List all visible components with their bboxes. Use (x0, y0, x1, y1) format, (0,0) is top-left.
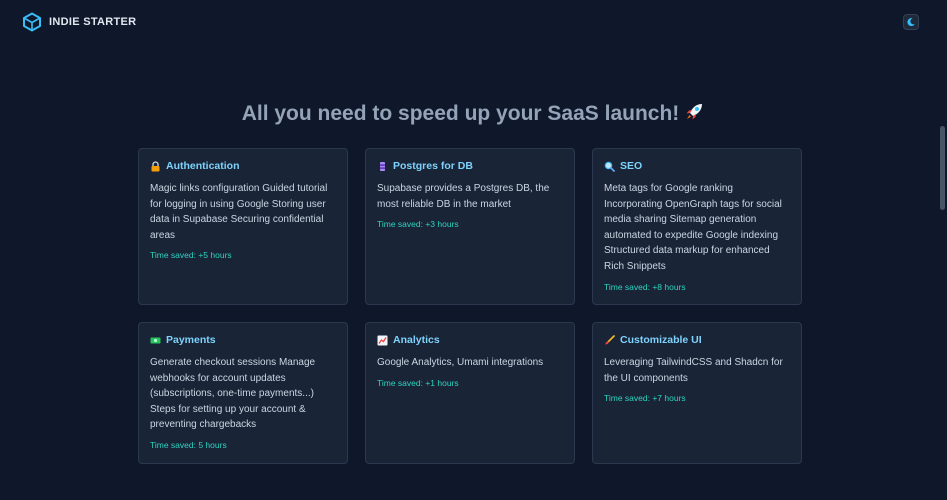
time-saved: Time saved: +7 hours (604, 393, 686, 404)
card-description: Generate checkout sessions Manage webhoo… (150, 357, 316, 431)
brand-link[interactable]: INDIE STARTER (22, 12, 136, 32)
card-description: Google Analytics, Umami integrations (377, 357, 544, 368)
lock-icon (151, 160, 160, 171)
card-title: Authentication (166, 160, 240, 172)
card-description: Meta tags for Google ranking Incorporati… (604, 183, 782, 272)
cube-logo-icon (23, 12, 41, 32)
time-saved: Time saved: +1 hours (377, 377, 459, 388)
card-description: Supabase provides a Postgres DB, the mos… (377, 183, 550, 210)
database-icon (380, 161, 385, 171)
feature-card-authentication: Authentication Magic links configuration… (138, 148, 348, 305)
feature-card-seo: SEO Meta tags for Google ranking Incorpo… (592, 148, 802, 305)
theme-toggle-button[interactable] (903, 14, 919, 30)
card-title: Analytics (393, 334, 440, 346)
card-title: Payments (166, 334, 216, 346)
card-title: Postgres for DB (393, 160, 473, 172)
feature-card-analytics: Analytics Google Analytics, Umami integr… (365, 322, 575, 464)
feature-card-payments: Payments Generate checkout sessions Mana… (138, 322, 348, 464)
scrollbar[interactable] (940, 126, 945, 210)
time-saved: Time saved: 5 hours (150, 439, 227, 450)
brush-icon (605, 334, 615, 344)
time-saved: Time saved: +5 hours (150, 250, 232, 261)
card-title: SEO (620, 160, 643, 172)
card-title: Customizable UI (620, 334, 702, 346)
money-icon (150, 337, 161, 343)
rocket-icon (686, 104, 703, 120)
magnifier-icon (604, 161, 615, 172)
brand-name: INDIE STARTER (49, 16, 137, 28)
chart-icon (377, 335, 388, 345)
time-saved: Time saved: +8 hours (604, 281, 686, 292)
page-title: All you need to speed up your SaaS launc… (0, 101, 947, 126)
time-saved: Time saved: +3 hours (377, 219, 459, 230)
card-description: Magic links configuration Guided tutoria… (150, 183, 328, 241)
moon-icon (907, 18, 915, 27)
landing-page: INDIE STARTER All you need to speed up y… (0, 0, 947, 500)
feature-card-customizable-ui: Customizable UI Leveraging TailwindCSS a… (592, 322, 802, 464)
feature-card-postgres: Postgres for DB Supabase provides a Post… (365, 148, 575, 305)
headline-text: All you need to speed up your SaaS launc… (241, 102, 680, 125)
features-grid: Authentication Magic links configuration… (138, 148, 802, 464)
card-description: Leveraging TailwindCSS and Shadcn for th… (604, 357, 783, 384)
